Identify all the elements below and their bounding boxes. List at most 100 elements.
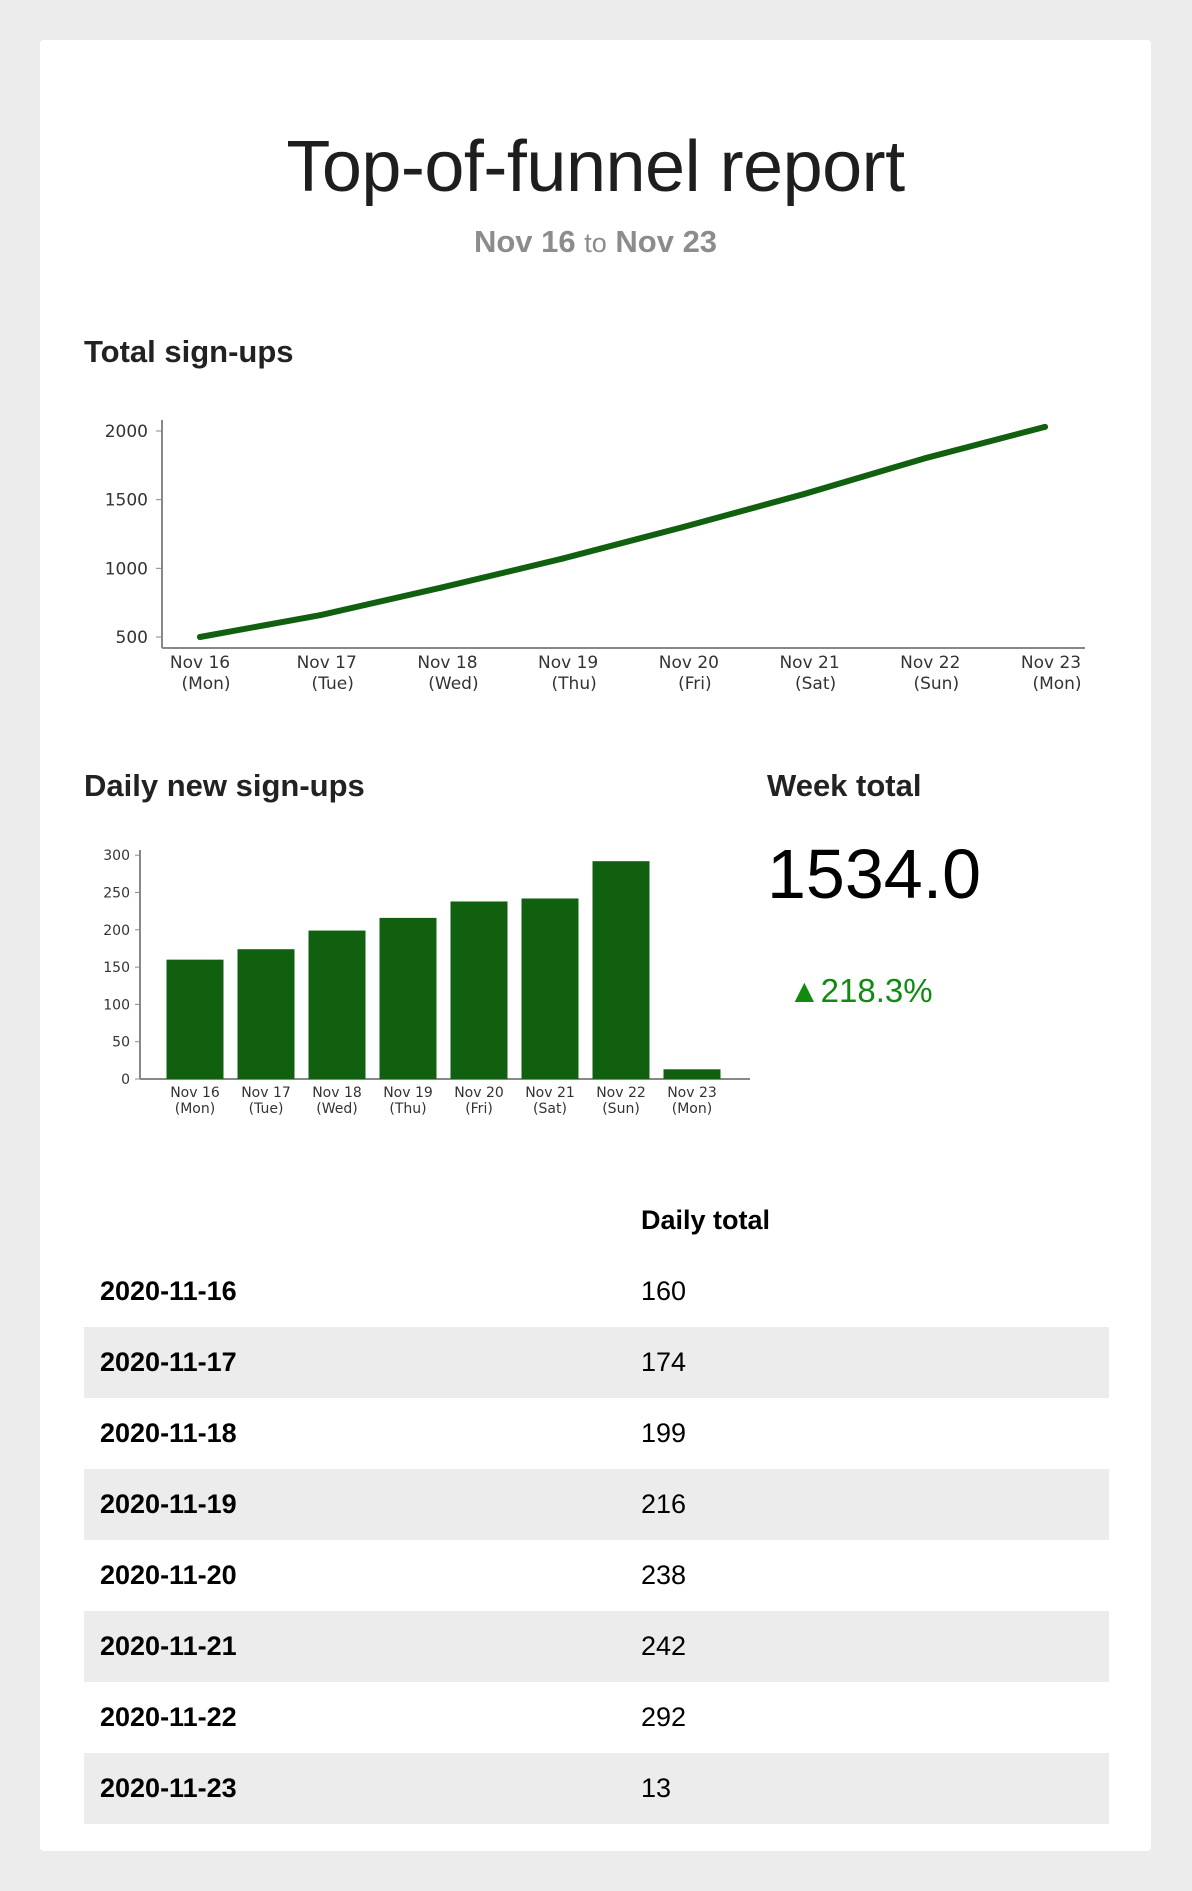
x-tick-label: Nov 21 [525,1085,575,1101]
x-tick-label: (Mon) [672,1101,712,1117]
row-total: 242 [625,1611,1109,1682]
table-row: 2020-11-20 238 [84,1540,1109,1611]
row-total: 216 [625,1469,1109,1540]
page-title: Top-of-funnel report [286,127,905,207]
x-tick-label: Nov 18 [417,653,477,673]
table-row: 2020-11-19 216 [84,1469,1109,1540]
x-tick-label: (Sun) [913,674,959,694]
range-start: Nov 16 [473,224,576,259]
row-total: 199 [641,1418,687,1448]
y-tick-label: 250 [103,886,130,902]
x-tick-label: Nov 18 [312,1085,362,1101]
x-tick-label: Nov 17 [297,653,357,673]
data-point [679,524,686,531]
x-tick-label: Nov 16 [170,1085,220,1101]
x-tick-label: Nov 21 [779,653,839,673]
y-tick-label: 100 [103,997,130,1013]
table-row: 2020-11-18 199 [84,1398,1109,1469]
row-total: 238 [641,1560,687,1590]
week-change-badge: ▲218.3% [788,972,933,1009]
x-tick-label: (Sat) [795,674,836,694]
row-date: 2020-11-16 [100,1276,237,1306]
range-connector: to [584,228,607,258]
data-point [438,584,445,591]
x-tick-label: (Wed) [428,674,478,694]
row-date: 2020-11-17 [84,1327,625,1398]
y-tick-label: 150 [103,960,130,976]
x-tick-label: (Tue) [249,1101,284,1117]
bar [166,959,224,1079]
x-tick-label: (Thu) [389,1101,426,1117]
daily-signups-title: Daily new sign-ups [84,768,365,803]
data-point [1042,423,1048,430]
x-tick-label: Nov 16 [170,653,230,673]
row-date: 2020-11-23 [84,1753,625,1824]
report-card: Top-of-funnel report Nov 16 to Nov 23 To… [40,40,1151,1851]
x-tick-label: Nov 17 [241,1085,291,1101]
data-point [921,455,928,462]
x-tick-label: (Mon) [175,1101,215,1117]
week-total-value: 1534.0 [767,835,982,913]
x-tick-label: Nov 20 [454,1085,504,1101]
row-date: 2020-11-19 [84,1469,625,1540]
x-tick-label: Nov 19 [538,653,598,673]
data-point [197,634,203,641]
x-tick-label: (Fri) [465,1101,493,1117]
data-point [800,491,807,498]
y-tick-label: 200 [103,923,130,939]
x-tick-label: (Mon) [1032,674,1081,694]
x-tick-label: (Wed) [316,1101,357,1117]
x-tick-label: Nov 19 [383,1085,433,1101]
week-total-title: Week total [767,768,922,803]
x-tick-label: Nov 22 [596,1085,646,1101]
x-tick-label: Nov 22 [900,653,960,673]
table-header-daily-total: Daily total [641,1205,771,1235]
date-range: Nov 16 to Nov 23 [40,224,1151,260]
row-date: 2020-11-18 [100,1418,237,1448]
bar [450,901,508,1079]
x-tick-label: (Mon) [181,674,230,694]
x-tick-label: (Thu) [552,674,597,694]
bar [521,898,579,1079]
table-header-row: Daily total [84,1185,1109,1256]
range-end: Nov 23 [615,224,718,259]
row-date: 2020-11-21 [84,1611,625,1682]
y-tick-label: 1000 [105,559,148,579]
y-tick-label: 2000 [105,422,148,442]
bar [237,949,295,1079]
data-point [317,612,324,619]
x-tick-label: (Sun) [602,1101,640,1117]
table-row: 2020-11-17 174 [84,1327,1109,1398]
table-row: 2020-11-21 242 [84,1611,1109,1682]
bar [592,861,650,1079]
bar [663,1069,721,1079]
series-line [197,423,1048,641]
y-tick-label: 50 [112,1035,130,1051]
daily-signups-chart: 050100150200250300Nov 16(Mon)Nov 17(Tue)… [103,848,750,1117]
data-point [559,555,566,562]
y-tick-label: 300 [103,848,130,864]
y-tick-label: 0 [121,1072,130,1088]
row-date: 2020-11-20 [100,1560,237,1590]
row-total: 160 [641,1276,687,1306]
x-tick-label: (Fri) [678,674,712,694]
row-total: 13 [625,1753,1109,1824]
x-tick-label: Nov 20 [659,653,719,673]
x-tick-label: Nov 23 [667,1085,717,1101]
table-row: 2020-11-23 13 [84,1753,1109,1824]
table-header-date [84,1185,625,1256]
x-tick-label: (Tue) [312,674,354,694]
x-tick-label: Nov 23 [1021,653,1081,673]
bar [379,917,437,1079]
y-tick-label: 500 [116,628,148,648]
row-total: 292 [641,1702,687,1732]
row-total: 174 [625,1327,1109,1398]
bar [308,930,366,1079]
x-tick-label: (Sat) [533,1101,567,1117]
table-row: 2020-11-22 292 [84,1682,1109,1753]
total-signups-chart: 500100015002000Nov 16(Mon)Nov 17(Tue)Nov… [105,420,1085,694]
daily-total-table: Daily total 2020-11-16 160 2020-11-17 17… [84,1185,1109,1824]
row-date: 2020-11-22 [100,1702,237,1732]
y-tick-label: 1500 [105,491,148,511]
table-row: 2020-11-16 160 [84,1256,1109,1327]
